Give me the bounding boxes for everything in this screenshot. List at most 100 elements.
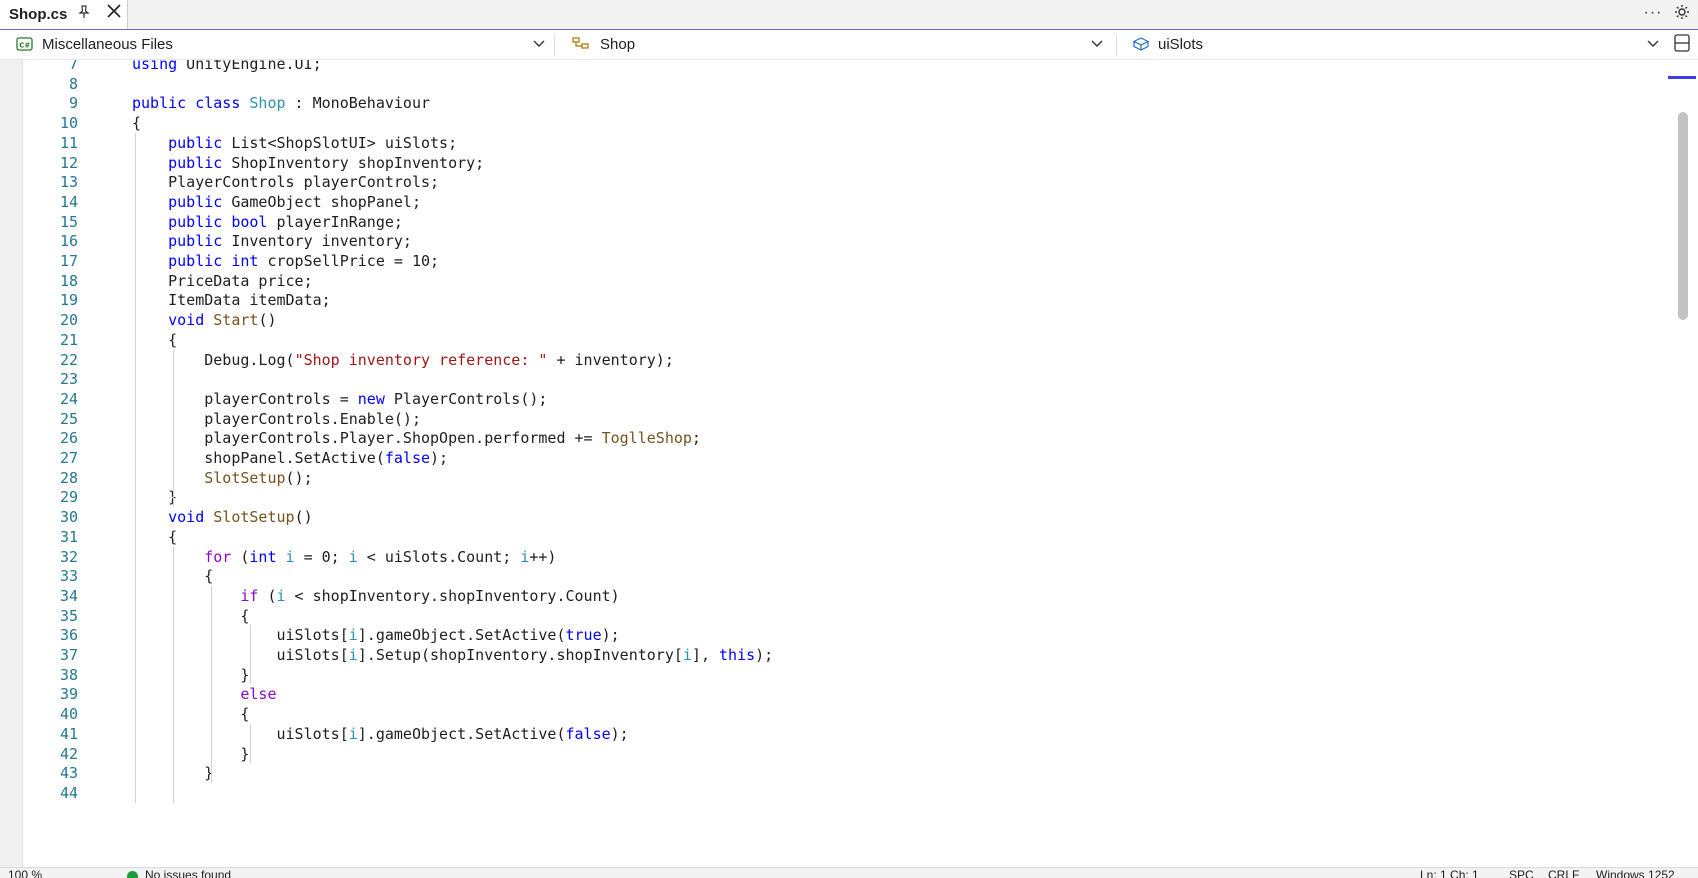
code-token: i (348, 646, 358, 664)
scrollbar-thumb[interactable] (1678, 112, 1688, 320)
code-token: { (132, 330, 178, 349)
code-line[interactable]: 20 void Start() (22, 310, 1662, 331)
code-text: public GameObject shopPanel; (132, 192, 421, 213)
code-token: playerControls.Player.ShopOpen.performed… (132, 429, 602, 448)
line-number: 33 (59, 567, 78, 586)
line-number: 13 (59, 173, 78, 192)
code-text: ItemData itemData; (132, 290, 331, 311)
code-token: ToglleShop (601, 429, 692, 448)
code-text: void SlotSetup() (132, 507, 313, 528)
code-line[interactable]: 19 ItemData itemData; (22, 290, 1662, 311)
field-icon (1132, 36, 1150, 52)
code-line[interactable]: 23 (22, 369, 1662, 390)
line-number: 18 (59, 271, 78, 290)
code-text: { (132, 527, 177, 548)
indent-guide (249, 625, 251, 685)
code-line[interactable]: 24 playerControls = new PlayerControls()… (22, 389, 1662, 410)
code-line[interactable]: 8 (22, 74, 1662, 95)
code-line[interactable]: 27 shopPanel.SetActive(false); (22, 448, 1662, 469)
code-text: uiSlots[i].gameObject.SetActive(false); (132, 724, 629, 745)
code-text: uiSlots[i].gameObject.SetActive(true); (132, 625, 619, 646)
more-options-icon[interactable]: ··· (1643, 4, 1663, 24)
code-token: for (204, 547, 232, 566)
status-bar: 100 % No issues found Ln: 1 Ch: 1 SPC CR… (0, 867, 1698, 878)
line-number: 29 (59, 488, 78, 507)
code-line[interactable]: 12 public ShopInventory shopInventory; (22, 153, 1662, 174)
code-line[interactable]: 44 (22, 783, 1662, 804)
line-number: 40 (59, 705, 78, 724)
code-line[interactable]: 41 uiSlots[i].gameObject.SetActive(false… (22, 724, 1662, 745)
code-line[interactable]: 17 public int cropSellPrice = 10; (22, 251, 1662, 272)
document-tab-shop-cs[interactable]: Shop.cs (0, 0, 128, 29)
code-text: public class Shop : MonoBehaviour (132, 93, 430, 114)
code-token: i (348, 724, 358, 743)
code-line[interactable]: 29 } (22, 487, 1662, 508)
code-token: shopPanel.SetActive( (132, 449, 385, 467)
code-line[interactable]: 9 public class Shop : MonoBehaviour (22, 93, 1662, 114)
svg-text:C#: C# (19, 42, 30, 50)
code-line[interactable]: 16 public Inventory inventory; (22, 231, 1662, 252)
code-line[interactable]: 18 PriceData price; (22, 271, 1662, 292)
code-line[interactable]: 36 uiSlots[i].gameObject.SetActive(true)… (22, 625, 1662, 646)
code-token: public (168, 232, 223, 251)
code-token: void (168, 311, 205, 330)
code-text: PlayerControls playerControls; (132, 172, 439, 193)
code-line[interactable]: 37 uiSlots[i].Setup(shopInventory.shopIn… (22, 645, 1662, 666)
member-dropdown[interactable]: uiSlots (1124, 32, 1664, 57)
split-editor-icon[interactable] (1673, 33, 1691, 55)
code-token: "Shop inventory reference: " (294, 350, 548, 369)
code-line[interactable]: 25 playerControls.Enable(); (22, 409, 1662, 430)
code-line[interactable]: 33 { (22, 566, 1662, 587)
code-line[interactable]: 42 } (22, 744, 1662, 765)
code-line[interactable]: 38 } (22, 665, 1662, 686)
code-text: } (132, 665, 249, 686)
code-line[interactable]: 11 public List<ShopSlotUI> uiSlots; (22, 133, 1662, 154)
code-line[interactable]: 35 { (22, 606, 1662, 627)
code-line[interactable]: 10 { (22, 113, 1662, 134)
code-token: ; (691, 429, 701, 448)
code-line[interactable]: 21 { (22, 330, 1662, 351)
code-token: Start (213, 311, 259, 330)
code-token: SlotSetup (204, 468, 286, 487)
code-token: ], (691, 646, 720, 664)
code-token: } (132, 665, 250, 684)
code-text: for (int i = 0; i < uiSlots.Count; i++) (132, 547, 556, 568)
code-token: GameObject shopPanel; (222, 192, 421, 211)
code-token: ); (610, 724, 629, 743)
code-text: } (132, 744, 249, 765)
gear-icon[interactable] (1672, 4, 1692, 24)
pin-icon[interactable] (76, 5, 92, 21)
code-token: (); (285, 468, 313, 487)
code-line[interactable]: 31 { (22, 527, 1662, 548)
code-line[interactable]: 14 public GameObject shopPanel; (22, 192, 1662, 213)
line-number: 27 (59, 449, 78, 467)
code-token: playerControls.Enable(); (132, 409, 421, 428)
code-line[interactable]: 22 Debug.Log("Shop inventory reference: … (22, 350, 1662, 371)
code-line[interactable]: 26 playerControls.Player.ShopOpen.perfor… (22, 428, 1662, 449)
line-number: 39 (59, 685, 78, 704)
code-line[interactable]: 40 { (22, 704, 1662, 725)
type-dropdown[interactable]: Shop (564, 32, 1114, 57)
code-line[interactable]: 13 PlayerControls playerControls; (22, 172, 1662, 193)
code-line[interactable]: 28 SlotSetup(); (22, 468, 1662, 489)
code-line[interactable]: 39 else (22, 684, 1662, 705)
code-token: using (132, 60, 178, 73)
code-token: else (240, 685, 277, 704)
code-line[interactable]: 30 void SlotSetup() (22, 507, 1662, 528)
code-editor[interactable]: 7 using UnityEngine.UI; 8 9 public class Sho… (0, 60, 1698, 867)
close-icon[interactable] (104, 3, 124, 23)
project-dropdown[interactable]: C# Miscellaneous Files (8, 32, 552, 57)
code-line[interactable]: 15 public bool playerInRange; (22, 212, 1662, 233)
code-line[interactable]: 43 } (22, 763, 1662, 784)
code-line[interactable]: 34 if (i < shopInventory.shopInventory.C… (22, 586, 1662, 607)
code-line[interactable]: 32 for (int i = 0; i < uiSlots.Count; i+… (22, 547, 1662, 568)
code-token: } (132, 744, 250, 763)
vertical-scrollbar[interactable] (1664, 60, 1698, 867)
code-token: PriceData price; (132, 271, 313, 290)
